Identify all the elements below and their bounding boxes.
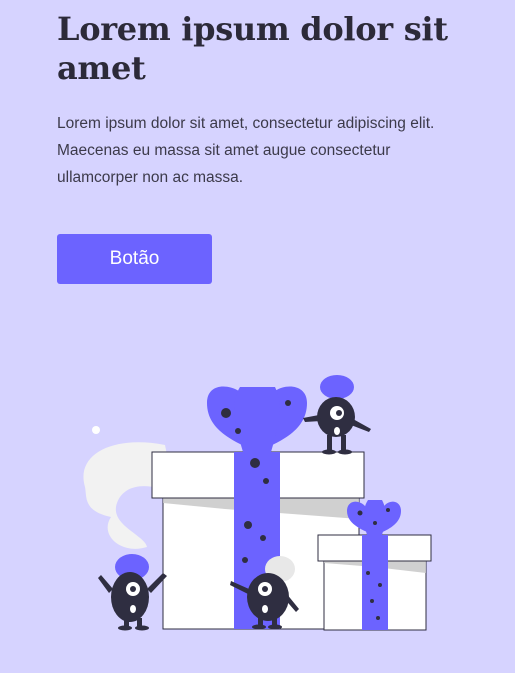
- hero-section: Lorem ipsum dolor sit amet Lorem ipsum d…: [0, 0, 515, 673]
- monster-top: [303, 375, 371, 455]
- gift-boxes-with-monsters-illustration-icon: [83, 375, 432, 631]
- cta-button[interactable]: Botão: [57, 234, 212, 284]
- hero-description: Lorem ipsum dolor sit amet, consectetur …: [57, 115, 435, 186]
- monster-left: [98, 554, 167, 631]
- hero-title: Lorem ipsum dolor sit amet: [57, 10, 448, 87]
